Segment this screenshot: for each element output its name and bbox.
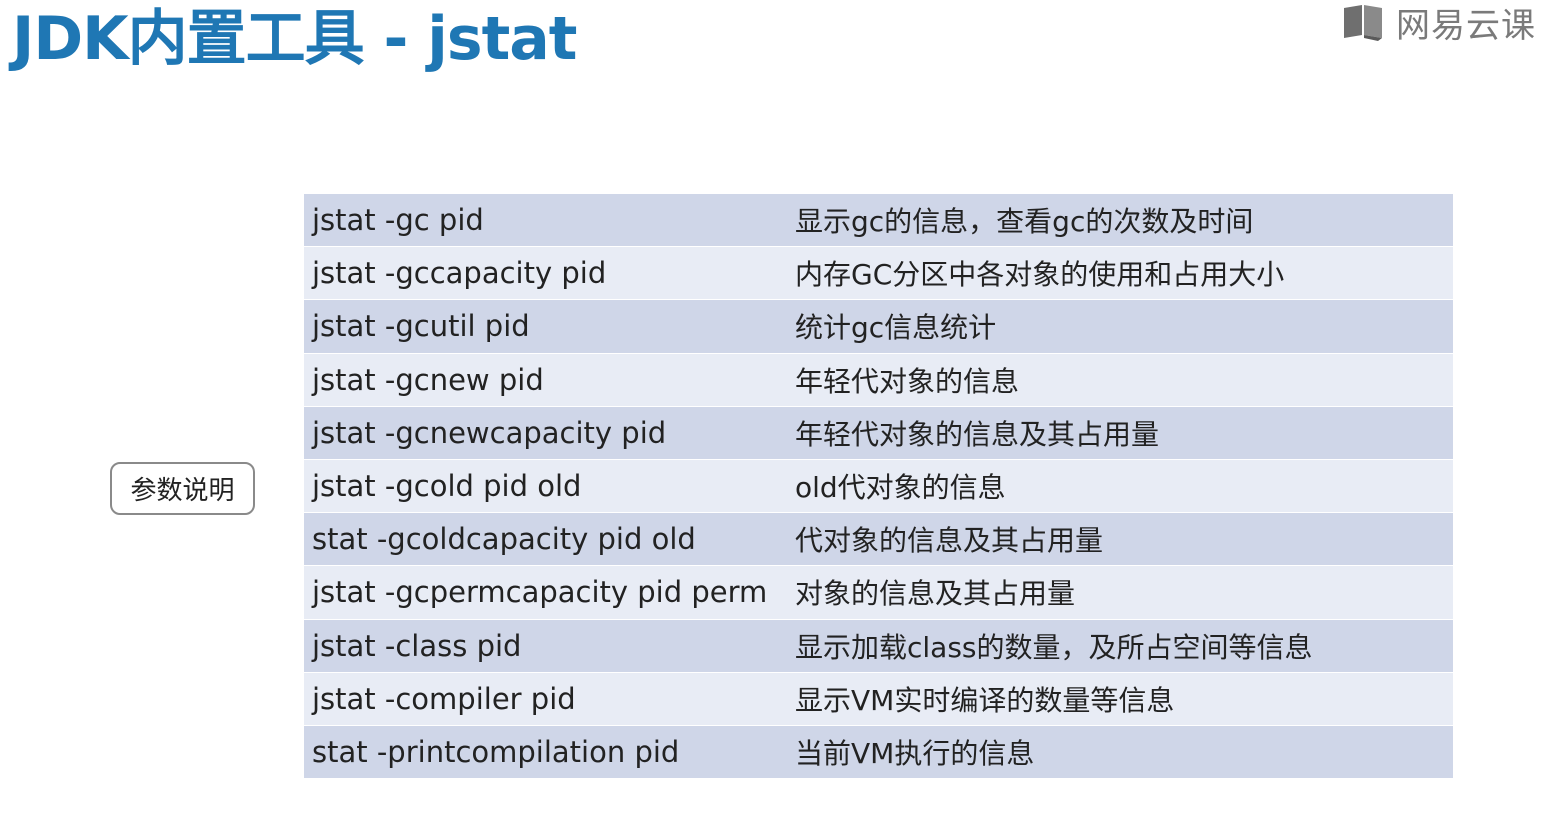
command-cell: stat -gcoldcapacity pid old	[312, 522, 696, 557]
command-cell: jstat -compiler pid	[312, 681, 576, 716]
slide-title: JDK内置工具 - jstat	[12, 4, 577, 74]
table-row: jstat -gccapacity pid 内存GC分区中各对象的使用和占用大小	[304, 247, 1453, 301]
table-row: jstat -gc pid 显示gc的信息，查看gc的次数及时间	[304, 194, 1453, 248]
command-cell: jstat -gcnew pid	[312, 362, 544, 397]
description-cell: 代对象的信息及其占用量	[795, 524, 1104, 558]
command-cell: stat -printcompilation pid	[312, 734, 680, 769]
command-cell: jstat -gc pid	[312, 203, 484, 238]
table-row: jstat -gcpermcapacity pid perm 对象的信息及其占用…	[304, 566, 1453, 620]
table-row: jstat -class pid 显示加载class的数量，及所占空间等信息	[304, 619, 1453, 673]
description-cell: 年轻代对象的信息	[795, 364, 1020, 398]
command-cell: jstat -gcpermcapacity pid perm	[312, 575, 768, 610]
table-row: jstat -gcnew pid 年轻代对象的信息	[304, 353, 1453, 407]
description-cell: 对象的信息及其占用量	[795, 577, 1076, 611]
command-cell: jstat -gcnewcapacity pid	[312, 415, 667, 450]
table-row: jstat -gcutil pid 统计gc信息统计	[304, 300, 1453, 354]
description-cell: 内存GC分区中各对象的使用和占用大小	[795, 258, 1285, 292]
param-label: 参数说明	[110, 462, 255, 515]
table-row: jstat -compiler pid 显示VM实时编译的数量等信息	[304, 672, 1453, 726]
book-icon	[1344, 5, 1382, 41]
command-cell: jstat -gccapacity pid	[312, 256, 607, 291]
command-cell: jstat -class pid	[312, 628, 522, 663]
brand-text: 网易云课	[1396, 5, 1536, 46]
description-cell: 显示gc的信息，查看gc的次数及时间	[795, 205, 1254, 239]
description-cell: 当前VM执行的信息	[795, 736, 1035, 770]
command-cell: jstat -gcold pid old	[312, 469, 582, 504]
brand-logo: 网易云课	[1342, 0, 1536, 46]
description-cell: 年轻代对象的信息及其占用量	[795, 417, 1160, 451]
table-row: jstat -gcold pid old old代对象的信息	[304, 459, 1453, 514]
description-cell: 统计gc信息统计	[795, 311, 997, 345]
description-cell: old代对象的信息	[795, 471, 1006, 505]
table-row: stat -printcompilation pid 当前VM执行的信息	[304, 725, 1453, 780]
table-row: jstat -gcnewcapacity pid 年轻代对象的信息及其占用量	[304, 406, 1453, 460]
command-cell: jstat -gcutil pid	[312, 309, 530, 344]
jstat-options-table: jstat -gc pid 显示gc的信息，查看gc的次数及时间 jstat -…	[304, 194, 1453, 780]
description-cell: 显示VM实时编译的数量等信息	[795, 683, 1175, 717]
description-cell: 显示加载class的数量，及所占空间等信息	[795, 630, 1313, 664]
table-row: stat -gcoldcapacity pid old 代对象的信息及其占用量	[304, 513, 1453, 567]
